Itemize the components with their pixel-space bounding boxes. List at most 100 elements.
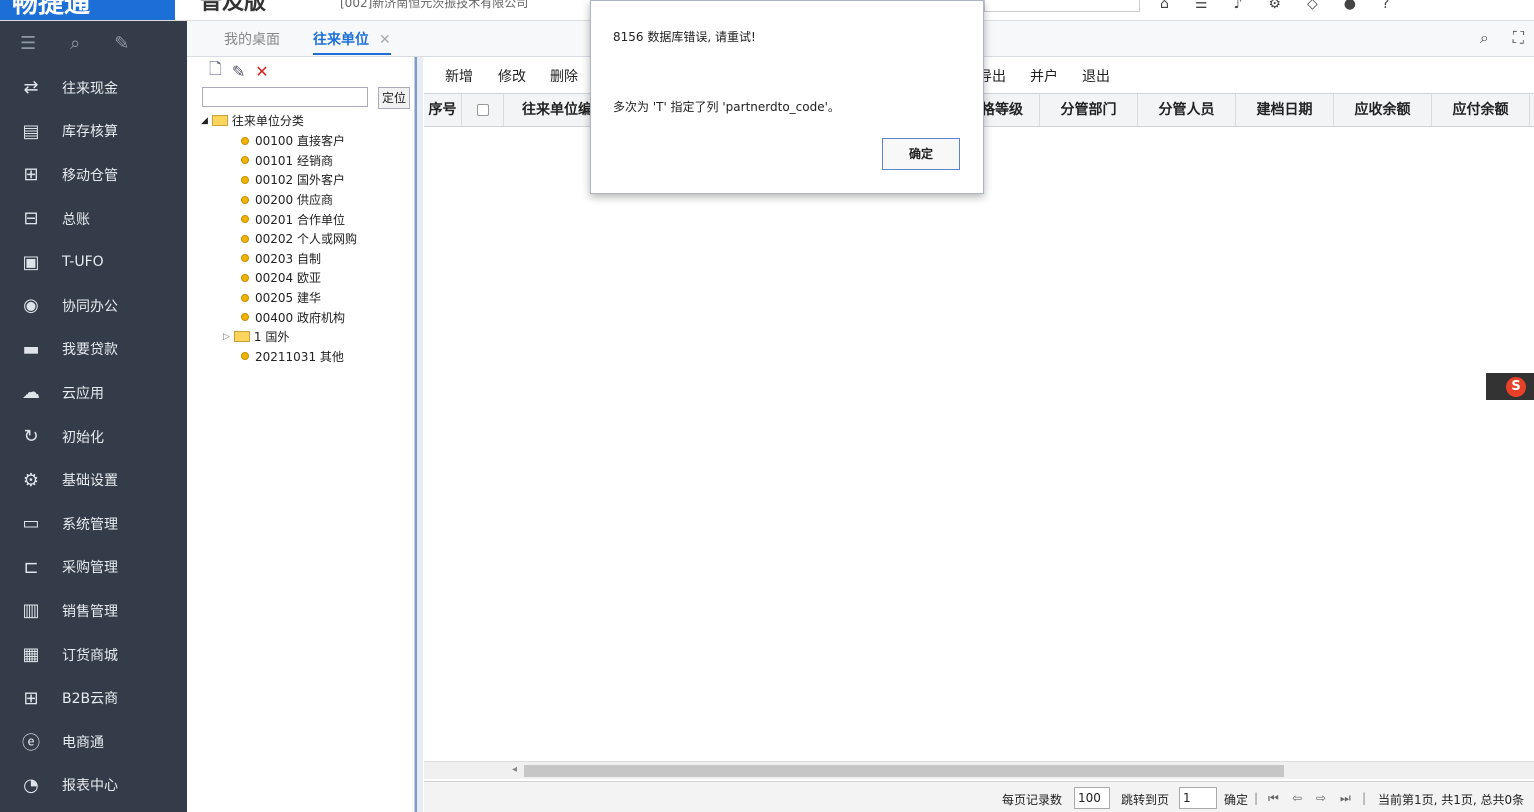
tree-node[interactable]: 00100 直接客户 <box>241 131 357 151</box>
first-page-icon[interactable]: ⏮ <box>1268 791 1279 806</box>
edit-doc-icon[interactable]: ✎ <box>114 33 129 54</box>
tree-node[interactable]: 00400 政府机构 <box>241 307 357 327</box>
tree-node[interactable]: 00205 建华 <box>241 288 357 308</box>
panel-splitter[interactable] <box>415 57 423 812</box>
pager: 每页记录数 100 跳转到页 1 确定 | ⏮ ⇦ ⇨ ⏭ | 当前第1页, 共… <box>424 781 1534 812</box>
new-doc-icon[interactable]: 🗋 <box>209 58 222 85</box>
expand-arrow-icon[interactable]: ◢ <box>201 116 208 126</box>
search-doc-icon[interactable]: ⌕ <box>70 33 80 54</box>
sidebar-item[interactable]: ⊏ 采购管理 <box>0 546 187 590</box>
list-icon[interactable]: ☰ <box>1195 0 1208 12</box>
sidebar-item[interactable]: ⊟ 总账 <box>0 197 187 241</box>
sidebar-item[interactable]: ⚙ 基础设置 <box>0 458 187 502</box>
sidebar-item-label: 基础设置 <box>62 473 118 490</box>
jump-confirm-button[interactable]: 确定 <box>1224 791 1248 808</box>
gear-icon: ⚙ <box>22 469 40 491</box>
select-all-checkbox[interactable] <box>462 94 504 126</box>
column-header[interactable]: 应收余额 <box>1334 94 1432 126</box>
column-header[interactable]: 序号 <box>424 94 462 126</box>
tree-node[interactable]: 20211031 其他 <box>241 347 357 367</box>
bell-icon[interactable]: ♪ <box>1233 0 1242 12</box>
tree-node[interactable]: 00200 供应商 <box>241 190 357 210</box>
monitor-code-icon: ▭ <box>22 513 40 535</box>
tree-node[interactable]: 00102 国外客户 <box>241 170 357 190</box>
sidebar-item[interactable]: ⇄ 往来现金 <box>0 66 187 110</box>
home-icon[interactable]: ⌂ <box>1160 0 1169 12</box>
tree-root[interactable]: ◢ 往来单位分类 <box>201 112 304 129</box>
tab-desktop[interactable]: 我的桌面 <box>224 29 280 49</box>
column-header[interactable]: 往来单位编 <box>504 94 594 126</box>
delete-icon[interactable]: ✕ <box>255 62 268 81</box>
sidebar-item[interactable]: ⊞ B2B云商 <box>0 676 187 720</box>
tree-search-input[interactable] <box>202 87 368 107</box>
tab-partners[interactable]: 往来单位 ✕ <box>313 29 391 55</box>
sidebar-item[interactable]: ▭ 系统管理 <box>0 502 187 546</box>
per-page-input[interactable]: 100 <box>1074 787 1110 809</box>
exit-button[interactable]: 退出 <box>1082 66 1110 86</box>
gear-icon[interactable]: ⚙ <box>1268 0 1281 12</box>
pie-icon: ◔ <box>23 774 39 796</box>
tree-root-label: 往来单位分类 <box>231 114 304 128</box>
sidebar-item[interactable]: ▬ 我要贷款 <box>0 328 187 372</box>
jump-page-input[interactable]: 1 <box>1179 787 1217 809</box>
leaf-dot-icon <box>241 313 249 322</box>
close-icon[interactable]: ✕ <box>379 32 391 48</box>
leaf-dot-icon <box>241 352 249 361</box>
sidebar-item[interactable]: ⓔ 电商通 <box>0 720 187 764</box>
tree-nodes: 00100 直接客户 00101 经销商 00102 国外客户 00200 供应商 00… <box>223 131 357 367</box>
ufo-icon: ▣ <box>22 251 40 273</box>
floating-ime-widget[interactable]: S <box>1486 373 1534 400</box>
company-name[interactable]: [002]新济南恒元茨振技术有限公司 <box>340 0 528 10</box>
tag-icon[interactable]: ◇ <box>1307 0 1318 12</box>
column-header[interactable]: 建档日期 <box>1236 94 1334 126</box>
add-button[interactable]: 新增 <box>445 66 473 86</box>
edition-label: 普及版 <box>200 0 267 15</box>
prev-page-icon[interactable]: ⇦ <box>1292 791 1302 805</box>
sidebar-item[interactable]: ▦ 订货商城 <box>0 633 187 677</box>
sidebar-item[interactable]: ◉ 协同办公 <box>0 284 187 328</box>
locate-button[interactable]: 定位 <box>378 87 410 109</box>
sidebar-item[interactable]: ▥ 销售管理 <box>0 589 187 633</box>
scrollbar-thumb[interactable] <box>524 765 1284 777</box>
column-header[interactable]: 分管人员 <box>1138 94 1236 126</box>
scroll-left-icon[interactable]: ◂ <box>512 764 517 775</box>
sidebar-item-label: 总账 <box>62 211 90 228</box>
tree-node[interactable]: 00201 合作单位 <box>241 209 357 229</box>
folder-icon <box>233 331 250 343</box>
ok-button[interactable]: 确定 <box>882 138 960 170</box>
horizontal-scrollbar[interactable]: ◂ <box>424 761 1534 779</box>
merge-button[interactable]: 并户 <box>1030 66 1058 86</box>
tree-node[interactable]: 00202 个人或网购 <box>241 229 357 249</box>
column-header[interactable]: 应付余额 <box>1432 94 1530 126</box>
fullscreen-icon[interactable]: ⛶ <box>1513 28 1524 48</box>
leaf-dot-icon <box>241 175 249 184</box>
help-icon[interactable]: ? <box>1382 0 1389 12</box>
sidebar-item[interactable]: ↻ 初始化 <box>0 415 187 459</box>
column-header[interactable]: 分管部门 <box>1040 94 1138 126</box>
search-icon[interactable]: ⌕ <box>1480 28 1489 48</box>
expand-arrow-icon[interactable]: ▷ <box>223 332 230 342</box>
account-select[interactable] <box>984 0 1140 12</box>
sidebar-item[interactable]: ◔ 报表中心 <box>0 764 187 808</box>
tree-node[interactable]: 00203 自制 <box>241 249 357 269</box>
sidebar-item[interactable]: ☁ 云应用 <box>0 371 187 415</box>
sidebar-item[interactable]: ▤ 库存核算 <box>0 110 187 154</box>
sidebar-item[interactable]: ⊞ 移动仓管 <box>0 153 187 197</box>
tree-node[interactable]: ▷ 1 国外 <box>223 327 357 347</box>
edit-doc-icon[interactable]: ✎ <box>232 62 245 81</box>
tree-node[interactable]: 00101 经销商 <box>241 151 357 171</box>
edit-button[interactable]: 修改 <box>498 66 526 86</box>
next-page-icon[interactable]: ⇨ <box>1316 791 1326 805</box>
top-icons: ⌂ ☰ ♪ ⚙ ◇ ● ? <box>1160 0 1389 12</box>
avatar[interactable]: ● <box>1344 0 1356 12</box>
exchange-icon: ⇄ <box>23 77 39 99</box>
last-page-icon[interactable]: ⏭ <box>1340 791 1351 806</box>
delete-button[interactable]: 删除 <box>550 66 578 86</box>
error-dialog: 8156 数据库错误, 请重试! 多次为 'T' 指定了列 'partnerdt… <box>590 0 984 194</box>
leaf-dot-icon <box>241 195 249 204</box>
chart-bars-icon: ▥ <box>22 600 40 622</box>
tree-node[interactable]: 00204 欧亚 <box>241 268 357 288</box>
menu-icon[interactable]: ☰ <box>20 33 36 54</box>
tab-partners-label: 往来单位 <box>313 32 369 48</box>
sidebar-item[interactable]: ▣ T-UFO <box>0 240 187 284</box>
